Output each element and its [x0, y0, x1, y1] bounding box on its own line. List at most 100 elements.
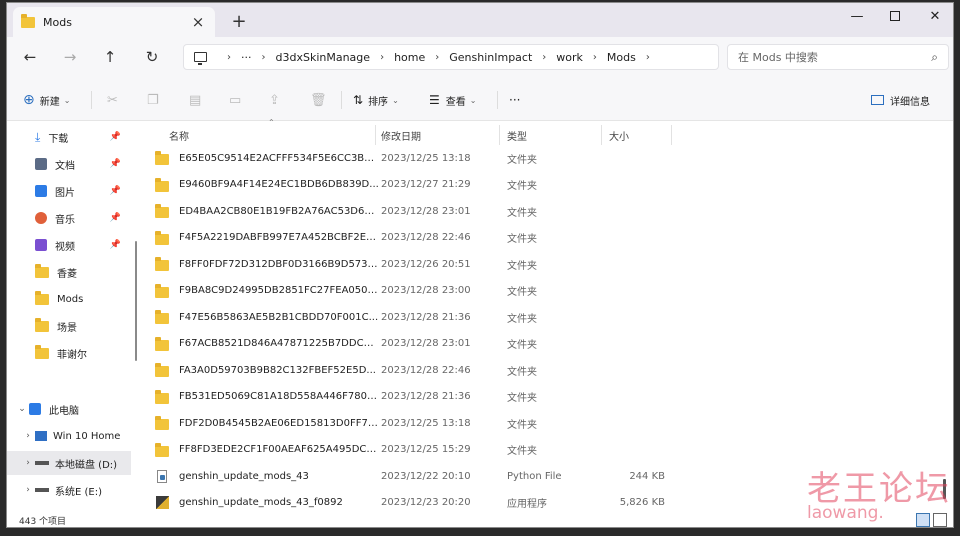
- sidebar-item-drive-e[interactable]: › 系统E (E:): [7, 478, 131, 502]
- breadcrumb-work[interactable]: work: [556, 51, 583, 64]
- pin-icon[interactable]: 📌: [110, 240, 121, 250]
- file-name: F47E56B5863AE5B2B1CBDD70F001C...: [179, 311, 379, 323]
- file-name: E65E05C9514E2ACFFF534F5E6CC3B8...: [179, 152, 379, 164]
- sidebar-item-drive-d[interactable]: › 本地磁盘 (D:): [7, 451, 131, 475]
- breadcrumb-mods[interactable]: Mods: [607, 51, 636, 64]
- address-bar[interactable]: › ··· › d3dxSkinManage › home › GenshinI…: [183, 44, 719, 70]
- table-row[interactable]: genshin_update_mods_43 2023/12/22 20:10 Py…: [155, 463, 675, 489]
- breadcrumb-more[interactable]: ···: [241, 51, 252, 64]
- chevron-down-icon[interactable]: ⌄: [15, 404, 29, 414]
- table-row[interactable]: E9460BF9A4F14E24EC1BDB6DB839D... 2023/12/…: [155, 172, 675, 198]
- document-icon: [35, 158, 47, 170]
- details-pane-button[interactable]: 详细信息: [871, 89, 930, 111]
- more-options-button[interactable]: ···: [509, 89, 520, 111]
- pin-icon[interactable]: 📌: [110, 186, 121, 196]
- delete-button[interactable]: 🗑: [310, 89, 327, 111]
- sidebar-item-mods[interactable]: Mods: [7, 287, 131, 311]
- sidebar-item-pictures[interactable]: 图片 📌: [7, 179, 131, 203]
- table-row[interactable]: F9BA8C9D24995DB2851FC27FEA050F... 2023/12…: [155, 278, 675, 304]
- pin-icon[interactable]: 📌: [110, 132, 121, 142]
- up-arrow-icon[interactable]: ↑: [97, 45, 123, 69]
- column-divider[interactable]: [671, 125, 672, 145]
- table-row[interactable]: F47E56B5863AE5B2B1CBDD70F001C... 2023/12/…: [155, 304, 675, 330]
- breadcrumb-genshinimpact[interactable]: GenshinImpact: [449, 51, 532, 64]
- sidebar-item-videos[interactable]: 视频 📌: [7, 233, 131, 257]
- refresh-icon[interactable]: ↻: [139, 45, 165, 69]
- maximize-button[interactable]: [875, 3, 915, 29]
- details-view-button[interactable]: [916, 513, 930, 527]
- new-button[interactable]: ⊕ 新建 ⌄: [23, 89, 70, 111]
- cut-button[interactable]: ✂: [107, 89, 118, 111]
- share-button[interactable]: ⇪: [269, 89, 280, 111]
- sidebar-item-fischl[interactable]: 菲谢尔: [7, 341, 131, 365]
- chevron-right-icon: ›: [435, 51, 440, 63]
- table-row[interactable]: F67ACB8521D846A47871225B7DDC6... 2023/12/…: [155, 331, 675, 357]
- column-divider[interactable]: [375, 125, 376, 145]
- table-row[interactable]: FDF2D0B4545B2AE06ED15813D0FF7F... 2023/12…: [155, 410, 675, 436]
- column-divider[interactable]: [601, 125, 602, 145]
- breadcrumb-home[interactable]: home: [394, 51, 425, 64]
- search-icon[interactable]: ⌕: [931, 50, 938, 65]
- rename-button[interactable]: ▭: [229, 89, 241, 111]
- table-row[interactable]: FB531ED5069C81A18D558A446F780F... 2023/12…: [155, 384, 675, 410]
- pin-icon[interactable]: 📌: [110, 159, 121, 169]
- sidebar-item-music[interactable]: 音乐 📌: [7, 206, 131, 230]
- search-input[interactable]: [738, 50, 908, 64]
- file-name: F67ACB8521D846A47871225B7DDC6...: [179, 338, 379, 349]
- pin-icon[interactable]: 📌: [110, 213, 121, 223]
- file-name: FF8FD3EDE2CF1F00AEAF625A495DCF...: [179, 444, 379, 455]
- back-arrow-icon[interactable]: ←: [17, 45, 43, 69]
- sidebar-item-documents[interactable]: 文档 📌: [7, 152, 131, 176]
- sidebar-item-downloads[interactable]: ⤓ 下载 📌: [7, 125, 131, 149]
- file-date: 2023/12/25 15:29: [381, 444, 471, 455]
- navigation-bar: ← → ↑ ↻ › ··· › d3dxSkinManage › home › …: [7, 37, 953, 77]
- sort-button[interactable]: ⇅ 排序 ⌄: [353, 89, 399, 111]
- table-row[interactable]: F4F5A2219DABFB997E7A452BCBF2E1... 2023/12…: [155, 225, 675, 251]
- file-name: genshin_update_mods_43: [179, 470, 309, 482]
- table-row[interactable]: FA3A0D59703B9B82C132FBEF52E5D... 2023/12/…: [155, 357, 675, 383]
- sidebar-item-xiangling[interactable]: 香菱: [7, 260, 131, 284]
- chevron-right-icon[interactable]: ›: [646, 52, 650, 63]
- file-type: 应用程序: [507, 499, 547, 510]
- new-tab-button[interactable]: +: [229, 11, 249, 32]
- monitor-icon: [29, 403, 41, 415]
- sidebar-item-this-pc[interactable]: ⌄ 此电脑: [7, 397, 131, 421]
- table-row[interactable]: ED4BAA2CB80E1B19FB2A76AC53D6D... 2023/12/…: [155, 198, 675, 224]
- sidebar-scrollbar[interactable]: [134, 121, 138, 511]
- scrollbar-thumb[interactable]: [135, 241, 137, 361]
- sidebar-item-scenes[interactable]: 场景: [7, 314, 131, 338]
- forward-arrow-icon[interactable]: →: [57, 45, 83, 69]
- chevron-right-icon[interactable]: ›: [21, 458, 35, 468]
- column-header-type[interactable]: 类型: [507, 123, 527, 147]
- search-box[interactable]: ⌕: [727, 44, 949, 70]
- column-header-modified[interactable]: 修改日期: [381, 123, 421, 147]
- paste-button[interactable]: ▤: [189, 89, 201, 111]
- close-window-button[interactable]: ✕: [915, 3, 953, 29]
- tiles-view-button[interactable]: [933, 513, 947, 527]
- table-row[interactable]: FF8FD3EDE2CF1F00AEAF625A495DCF... 2023/12…: [155, 437, 675, 463]
- table-row[interactable]: E65E05C9514E2ACFFF534F5E6CC3B8... 2023/12…: [155, 145, 675, 171]
- title-bar: Mods × + — ✕: [7, 3, 953, 37]
- column-header-name[interactable]: 名称: [169, 123, 189, 147]
- sidebar-item-drive-c[interactable]: › Win 10 Home: [7, 424, 131, 448]
- minimize-button[interactable]: —: [837, 3, 877, 29]
- column-header-size[interactable]: 大小: [609, 123, 629, 147]
- chevron-right-icon[interactable]: ›: [21, 431, 35, 441]
- folder-icon: [155, 204, 169, 218]
- table-row[interactable]: F8FF0FDF72D312DBF0D3166B9D5739... 2023/12…: [155, 251, 675, 277]
- plus-circle-icon: ⊕: [23, 92, 35, 108]
- file-type: 文件夹: [507, 181, 537, 192]
- close-tab-icon[interactable]: ×: [189, 13, 207, 31]
- python-file-icon: [157, 470, 167, 483]
- view-button[interactable]: ☰ 查看 ⌄: [429, 89, 476, 111]
- folder-icon: [155, 363, 169, 377]
- breadcrumb-d3dxskinmanage[interactable]: d3dxSkinManage: [276, 51, 371, 64]
- copy-button[interactable]: ❐: [147, 89, 159, 111]
- tab-mods[interactable]: Mods ×: [13, 7, 215, 37]
- column-divider[interactable]: [499, 125, 500, 145]
- sort-icon: ⇅: [353, 93, 364, 107]
- chevron-right-icon[interactable]: ›: [21, 485, 35, 495]
- application-icon: [156, 495, 169, 509]
- explorer-window: Mods × + — ✕ ← → ↑ ↻ › ··· › d3dxSkinMan…: [6, 2, 954, 528]
- file-name: FB531ED5069C81A18D558A446F780F...: [179, 391, 379, 402]
